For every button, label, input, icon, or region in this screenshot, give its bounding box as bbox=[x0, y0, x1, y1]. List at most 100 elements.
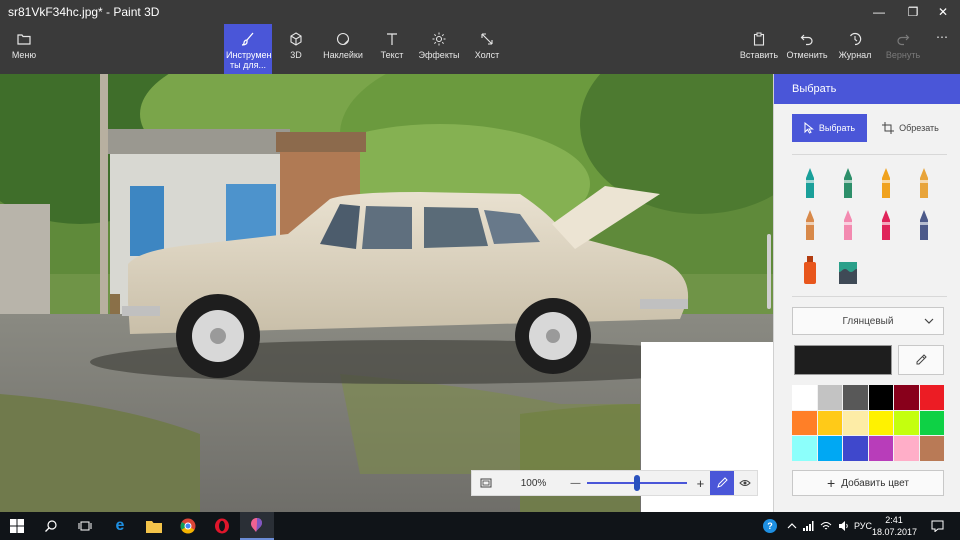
task-view-button[interactable] bbox=[68, 512, 102, 540]
history-icon bbox=[849, 32, 862, 46]
canvas-area[interactable] bbox=[0, 74, 773, 512]
tray-overflow-button[interactable] bbox=[784, 512, 800, 540]
wifi-icon bbox=[820, 522, 832, 530]
help-tray-button[interactable]: ? bbox=[760, 512, 780, 540]
eraser-icon[interactable] bbox=[875, 208, 897, 242]
network-tray-icon[interactable] bbox=[800, 512, 816, 540]
redo-button[interactable]: Вернуть bbox=[884, 24, 922, 72]
color-swatch[interactable] bbox=[817, 385, 842, 410]
color-swatch[interactable] bbox=[792, 385, 817, 410]
fill-bucket-icon[interactable] bbox=[837, 252, 859, 286]
chrome-taskbar-button[interactable] bbox=[171, 512, 205, 540]
panel-title: Выбрать bbox=[774, 74, 960, 104]
more-options-button[interactable]: ⋯ bbox=[930, 24, 954, 72]
color-swatch[interactable] bbox=[817, 410, 842, 436]
tab-effects[interactable]: Эффекты bbox=[418, 24, 460, 72]
start-button[interactable] bbox=[0, 512, 34, 540]
maximize-button[interactable]: ❐ bbox=[896, 0, 930, 24]
language-indicator[interactable]: РУС bbox=[852, 512, 874, 540]
tab-3d-label: 3D bbox=[290, 50, 302, 60]
tab-brushes[interactable]: Инструмен ты для... bbox=[224, 24, 272, 74]
spray-can-icon[interactable] bbox=[799, 252, 821, 286]
chevron-up-icon bbox=[787, 523, 797, 529]
wifi-tray-icon[interactable] bbox=[818, 512, 834, 540]
color-swatch[interactable] bbox=[894, 436, 919, 461]
color-swatch[interactable] bbox=[868, 436, 893, 461]
paint3d-window: sr81VkF34hc.jpg* - Paint 3D — ❐ ✕ Меню И… bbox=[0, 0, 960, 540]
paint3d-taskbar-button[interactable] bbox=[240, 512, 274, 540]
zoom-level: 100% bbox=[520, 477, 547, 489]
pixel-pen-icon[interactable] bbox=[799, 208, 821, 242]
calligraphy-pen-icon[interactable] bbox=[837, 166, 859, 200]
history-label: Журнал bbox=[838, 50, 872, 60]
crop-button[interactable]: Обрезать bbox=[873, 114, 948, 142]
marker-icon[interactable] bbox=[799, 166, 821, 200]
color-swatch[interactable] bbox=[868, 385, 893, 410]
color-swatch[interactable] bbox=[817, 436, 842, 461]
tab-stickers-label: Наклейки bbox=[323, 50, 363, 60]
window-title: sr81VkF34hc.jpg* - Paint 3D bbox=[8, 5, 160, 19]
zoom-slider[interactable] bbox=[586, 471, 687, 495]
menu-button[interactable]: Меню bbox=[4, 24, 44, 72]
tab-3d[interactable]: 3D bbox=[282, 24, 310, 72]
color-swatch[interactable] bbox=[868, 410, 893, 436]
zoom-in-button[interactable]: + bbox=[691, 471, 711, 495]
crayon-icon[interactable] bbox=[913, 208, 935, 242]
explorer-taskbar-button[interactable] bbox=[137, 512, 171, 540]
windows-taskbar: e ? РУС 2:41 18.07.2017 bbox=[0, 512, 960, 540]
view-mode-button[interactable] bbox=[734, 471, 757, 495]
tab-stickers[interactable]: Наклейки bbox=[320, 24, 366, 72]
paint3d-icon bbox=[251, 518, 262, 532]
redo-label: Вернуть bbox=[885, 50, 921, 60]
action-center-button[interactable] bbox=[926, 512, 948, 540]
pencil-icon[interactable] bbox=[837, 208, 859, 242]
brush-icon bbox=[241, 32, 254, 46]
vertical-scrollbar[interactable] bbox=[767, 234, 771, 309]
panel-divider bbox=[792, 296, 947, 297]
clock[interactable]: 2:41 18.07.2017 bbox=[872, 514, 917, 538]
select-panel: Выбрать Выбрать Обрезать Глянцевый + Доб bbox=[773, 74, 960, 512]
opera-icon bbox=[215, 518, 229, 534]
watercolor-brush-icon[interactable] bbox=[913, 166, 935, 200]
oil-brush-icon[interactable] bbox=[875, 166, 897, 200]
close-button[interactable]: ✕ bbox=[926, 0, 960, 24]
color-swatch[interactable] bbox=[843, 410, 868, 436]
color-swatch[interactable] bbox=[792, 410, 817, 436]
clock-time: 2:41 bbox=[885, 515, 903, 525]
search-button[interactable] bbox=[34, 512, 68, 540]
draw-mode-button[interactable] bbox=[710, 471, 734, 495]
color-swatch[interactable] bbox=[919, 385, 944, 410]
color-swatch[interactable] bbox=[792, 436, 817, 461]
tab-canvas[interactable]: Холст bbox=[470, 24, 504, 72]
tab-text[interactable]: Текст bbox=[376, 24, 408, 72]
finish-dropdown[interactable]: Глянцевый bbox=[792, 307, 944, 335]
zoom-out-button[interactable]: — bbox=[568, 471, 584, 495]
crop-icon bbox=[882, 122, 895, 134]
add-color-button[interactable]: + Добавить цвет bbox=[792, 470, 944, 496]
history-button[interactable]: Журнал bbox=[836, 24, 874, 72]
fit-screen-icon bbox=[480, 478, 492, 488]
edge-icon: e bbox=[115, 517, 125, 534]
undo-button[interactable]: Отменить bbox=[786, 24, 828, 72]
color-swatch[interactable] bbox=[843, 385, 868, 410]
tab-effects-label: Эффекты bbox=[418, 50, 460, 60]
paste-button[interactable]: Вставить bbox=[740, 24, 778, 72]
color-swatch[interactable] bbox=[843, 436, 868, 461]
tab-canvas-label: Холст bbox=[474, 50, 500, 60]
add-color-label: Добавить цвет bbox=[841, 477, 909, 489]
current-color-swatch[interactable] bbox=[794, 345, 892, 375]
color-swatch[interactable] bbox=[919, 410, 944, 436]
opera-taskbar-button[interactable] bbox=[205, 512, 239, 540]
menu-label: Меню bbox=[11, 50, 37, 60]
color-swatch[interactable] bbox=[919, 436, 944, 461]
minimize-button[interactable]: — bbox=[862, 0, 896, 24]
tab-brushes-label: Инструмен ты для... bbox=[226, 50, 272, 70]
fit-to-window-button[interactable] bbox=[472, 471, 499, 495]
color-swatch[interactable] bbox=[894, 385, 919, 410]
volume-tray-icon[interactable] bbox=[836, 512, 852, 540]
edge-taskbar-button[interactable]: e bbox=[103, 512, 137, 540]
zoom-slider-thumb[interactable] bbox=[633, 475, 640, 491]
select-button[interactable]: Выбрать bbox=[792, 114, 867, 142]
eyedropper-button[interactable] bbox=[898, 345, 944, 375]
color-swatch[interactable] bbox=[894, 410, 919, 436]
